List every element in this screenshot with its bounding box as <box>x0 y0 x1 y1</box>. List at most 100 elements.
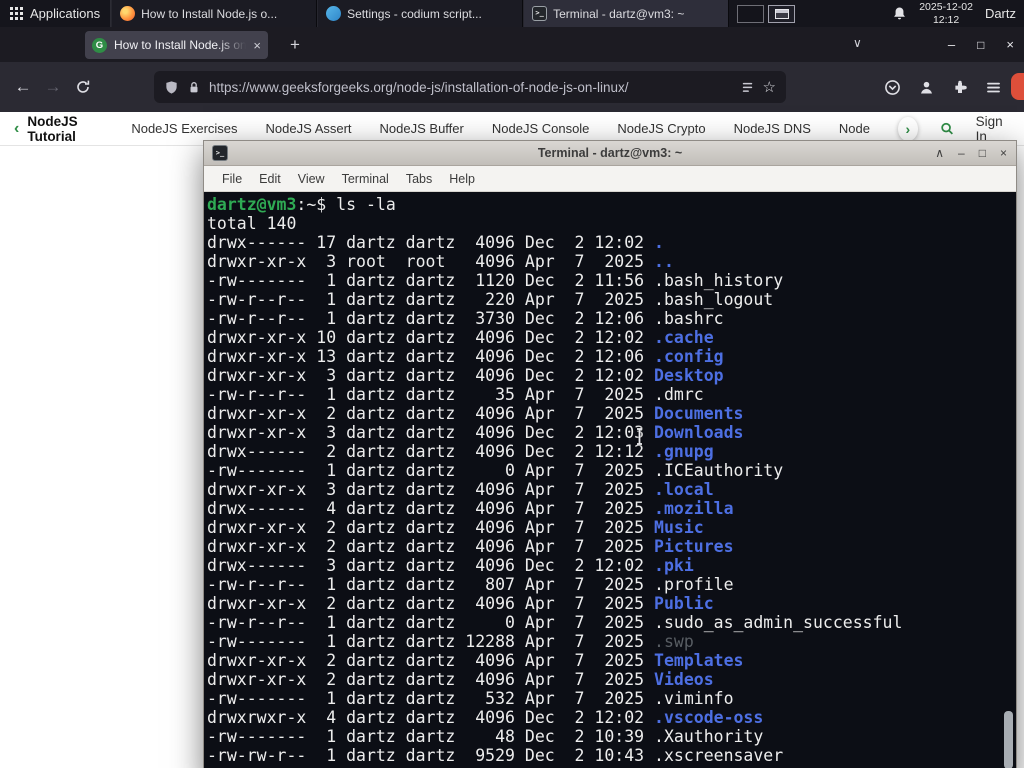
terminal-line: -rw------- 1 dartz dartz 0 Apr 7 2025 .I… <box>207 461 1016 480</box>
nav-item-tutorial[interactable]: ‹ NodeJS Tutorial <box>14 114 103 144</box>
listing-columns: drwxr-xr-x 2 dartz dartz 4096 Apr 7 2025 <box>207 594 655 613</box>
terminal-line: -rw------- 1 dartz dartz 12288 Apr 7 202… <box>207 632 1016 651</box>
close-button[interactable]: × <box>1000 146 1007 160</box>
nav-item-6[interactable]: NodeJS DNS <box>734 121 811 136</box>
nav-item-2[interactable]: NodeJS Assert <box>266 121 352 136</box>
search-icon[interactable] <box>940 120 954 137</box>
codium-icon <box>326 6 342 21</box>
entry-name: .dmrc <box>654 385 704 404</box>
new-tab-button[interactable]: + <box>283 34 307 56</box>
chevron-left-icon[interactable]: ‹ <box>14 120 19 138</box>
listing-columns: -rw-rw-r-- 1 dartz dartz 9529 Dec 2 10:4… <box>207 746 655 765</box>
bookmark-star-icon[interactable]: ☆ <box>763 78 776 96</box>
nav-item-5[interactable]: NodeJS Crypto <box>617 121 705 136</box>
entry-name: .vscode-oss <box>654 708 764 727</box>
terminal-line: dartz@vm3:~$ ls -la <box>207 195 1016 214</box>
pocket-icon[interactable] <box>884 79 901 96</box>
browser-tab[interactable]: G How to Install Node.js on × <box>85 31 268 59</box>
maximize-button[interactable]: □ <box>979 146 986 160</box>
terminal-line: drwxr-xr-x 2 dartz dartz 4096 Apr 7 2025… <box>207 404 1016 423</box>
forward-button[interactable]: → <box>38 72 68 102</box>
nav-item-3[interactable]: NodeJS Buffer <box>380 121 464 136</box>
menu-terminal[interactable]: Terminal <box>342 172 389 186</box>
close-button[interactable]: × <box>1006 37 1014 52</box>
listing-columns: drwxrwxr-x 4 dartz dartz 4096 Dec 2 12:0… <box>207 708 655 727</box>
menu-hamburger-icon[interactable] <box>985 79 1002 96</box>
lock-icon[interactable] <box>187 80 201 95</box>
account-icon[interactable] <box>918 79 935 96</box>
listing-columns: -rw------- 1 dartz dartz 48 Dec 2 10:39 <box>207 727 655 746</box>
listing-columns: -rw------- 1 dartz dartz 0 Apr 7 2025 <box>207 461 655 480</box>
maximize-button[interactable]: □ <box>977 38 984 52</box>
extensions-puzzle-icon[interactable] <box>952 79 968 95</box>
shade-button[interactable]: ∧ <box>935 146 944 160</box>
notification-bell-icon[interactable] <box>892 6 907 21</box>
listing-columns: -rw------- 1 dartz dartz 532 Apr 7 2025 <box>207 689 655 708</box>
prompt-user-host: dartz@vm3 <box>207 195 297 214</box>
chevron-right-icon[interactable]: › <box>897 116 918 141</box>
gfg-nav-right: › Sign In <box>897 114 1010 144</box>
menu-view[interactable]: View <box>298 172 325 186</box>
terminal-scrollbar-thumb[interactable] <box>1004 711 1013 768</box>
workspace-switcher[interactable] <box>737 0 796 27</box>
entry-name: .sudo_as_admin_successful <box>654 613 903 632</box>
terminal-line: drwxr-xr-x 2 dartz dartz 4096 Apr 7 2025… <box>207 537 1016 556</box>
terminal-line: drwxr-xr-x 3 dartz dartz 4096 Dec 2 12:0… <box>207 366 1016 385</box>
listing-columns: -rw-r--r-- 1 dartz dartz 3730 Dec 2 12:0… <box>207 309 655 328</box>
terminal-line: drwxr-xr-x 2 dartz dartz 4096 Apr 7 2025… <box>207 594 1016 613</box>
menu-file[interactable]: File <box>222 172 242 186</box>
listing-columns: -rw------- 1 dartz dartz 12288 Apr 7 202… <box>207 632 655 651</box>
toolbar-right-icons <box>884 79 1002 96</box>
taskbar-button-codium[interactable]: Settings - codium script... <box>317 0 524 27</box>
listing-columns: -rw------- 1 dartz dartz 1120 Dec 2 11:5… <box>207 271 655 290</box>
entry-name: .pki <box>654 556 694 575</box>
terminal-output[interactable]: dartz@vm3:~$ ls -la total 140 drwx------ 1… <box>204 193 1016 768</box>
terminal-line: drwx------ 17 dartz dartz 4096 Dec 2 12:… <box>207 233 1016 252</box>
terminal-line: drwxr-xr-x 2 dartz dartz 4096 Apr 7 2025… <box>207 651 1016 670</box>
workspace-2[interactable] <box>768 4 796 23</box>
entry-name: . <box>654 233 664 252</box>
terminal-line: drwx------ 4 dartz dartz 4096 Apr 7 2025… <box>207 499 1016 518</box>
nav-item-1[interactable]: NodeJS Exercises <box>131 121 237 136</box>
menu-help[interactable]: Help <box>449 172 475 186</box>
listing-columns: drwxr-xr-x 2 dartz dartz 4096 Apr 7 2025 <box>207 518 655 537</box>
taskbar-button-firefox[interactable]: How to Install Node.js o... <box>111 0 318 27</box>
mini-window-icon <box>775 8 790 19</box>
terminal-line: drwx------ 2 dartz dartz 4096 Dec 2 12:1… <box>207 442 1016 461</box>
reader-view-icon[interactable] <box>740 80 755 95</box>
prompt-path: :~$ <box>296 195 337 214</box>
minimize-button[interactable]: – <box>958 146 965 160</box>
entry-name: .. <box>654 252 674 271</box>
terminal-line: drwxr-xr-x 2 dartz dartz 4096 Apr 7 2025… <box>207 518 1016 537</box>
terminal-line: -rw-r--r-- 1 dartz dartz 220 Apr 7 2025 … <box>207 290 1016 309</box>
reload-button[interactable] <box>68 72 98 102</box>
terminal-titlebar[interactable]: >_ Terminal - dartz@vm3: ~ ∧ – □ × <box>204 141 1016 166</box>
back-button[interactable]: ← <box>8 72 38 102</box>
tab-close-icon[interactable]: × <box>253 38 261 53</box>
taskbar-button-terminal[interactable]: >_ Terminal - dartz@vm3: ~ <box>523 0 730 27</box>
right-edge-indicator[interactable] <box>1011 73 1024 100</box>
entry-name: .cache <box>654 328 714 347</box>
clock[interactable]: 2025-12-02 12:12 <box>919 1 973 25</box>
tab-strip: G How to Install Node.js on × + ∨ – □ × <box>0 27 1024 62</box>
taskbar-window-title: Terminal - dartz@vm3: ~ <box>553 6 685 21</box>
menu-tabs[interactable]: Tabs <box>406 172 432 186</box>
nav-item-7[interactable]: Node <box>839 121 870 136</box>
applications-menu[interactable]: Applications <box>0 0 112 27</box>
minimize-button[interactable]: – <box>948 37 955 52</box>
menu-edit[interactable]: Edit <box>259 172 281 186</box>
entry-name: .profile <box>654 575 734 594</box>
sign-in-button[interactable]: Sign In <box>976 114 1010 144</box>
listing-columns: drwxr-xr-x 3 root root 4096 Apr 7 2025 <box>207 252 655 271</box>
listing-columns: drwxr-xr-x 13 dartz dartz 4096 Dec 2 12:… <box>207 347 655 366</box>
nav-item-4[interactable]: NodeJS Console <box>492 121 590 136</box>
url-text[interactable]: https://www.geeksforgeeks.org/node-js/in… <box>209 80 732 95</box>
tracking-protection-shield-icon[interactable] <box>164 80 179 95</box>
mouse-cursor-ibeam <box>637 428 642 445</box>
address-bar[interactable]: https://www.geeksforgeeks.org/node-js/in… <box>154 71 786 103</box>
listing-columns: drwxr-xr-x 2 dartz dartz 4096 Apr 7 2025 <box>207 537 655 556</box>
listing-columns: drwx------ 4 dartz dartz 4096 Apr 7 2025 <box>207 499 655 518</box>
user-menu[interactable]: Dartz <box>985 6 1016 21</box>
list-all-tabs-icon[interactable]: ∨ <box>853 36 862 50</box>
workspace-1[interactable] <box>737 4 765 23</box>
